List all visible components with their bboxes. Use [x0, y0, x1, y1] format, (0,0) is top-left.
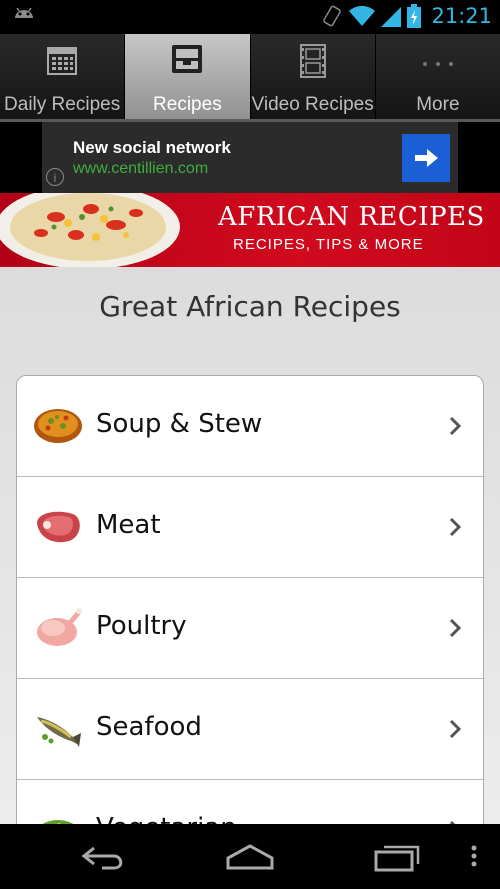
tab-label: Video Recipes	[251, 94, 374, 115]
home-button[interactable]	[226, 842, 274, 872]
ad-banner[interactable]: New social network www.centillien.com i	[0, 122, 500, 193]
category-seafood[interactable]: Seafood	[17, 679, 483, 780]
tab-label: Daily Recipes	[4, 94, 121, 115]
main-content: Great African Recipes Soup & Stew Meat P…	[0, 267, 500, 824]
chevron-right-icon	[449, 517, 461, 537]
category-label: Seafood	[96, 712, 202, 742]
tab-label: More	[416, 94, 460, 115]
soup-bowl-icon	[34, 409, 82, 443]
salad-icon	[42, 820, 74, 824]
ad-arrow-button[interactable]	[402, 134, 450, 182]
category-meat[interactable]: Meat	[17, 477, 483, 578]
rotation-icon	[323, 5, 342, 27]
chevron-right-icon	[449, 618, 461, 638]
wifi-icon	[349, 5, 376, 26]
arrow-right-icon	[415, 149, 438, 167]
android-notification-icon	[15, 7, 33, 18]
more-dots-icon	[422, 62, 453, 66]
battery-icon	[407, 4, 422, 28]
banner-title: AFRICAN RECIPES	[218, 202, 485, 232]
banner-subtitle: RECIPES, TIPS & MORE	[233, 236, 424, 253]
category-label: Soup & Stew	[96, 409, 263, 439]
chicken-icon	[37, 608, 82, 646]
recent-apps-button[interactable]	[374, 842, 422, 872]
category-soup-stew[interactable]: Soup & Stew	[17, 376, 483, 477]
page-title: Great African Recipes	[99, 290, 401, 323]
fish-icon	[37, 717, 81, 747]
signal-icon	[381, 7, 402, 27]
food-plate-image	[0, 193, 180, 267]
ad-title[interactable]: New social network	[73, 138, 231, 158]
category-poultry[interactable]: Poultry	[17, 578, 483, 679]
category-label: Poultry	[96, 611, 187, 641]
category-label: Meat	[96, 510, 161, 540]
navigation-bar	[0, 824, 500, 889]
african-recipes-banner: AFRICAN RECIPES RECIPES, TIPS & MORE	[0, 193, 500, 267]
film-strip-icon	[299, 44, 326, 78]
back-button[interactable]	[80, 842, 128, 872]
status-bar: 21:21	[0, 0, 500, 34]
ad-url[interactable]: www.centillien.com	[73, 160, 208, 178]
tab-daily-recipes[interactable]: Daily Recipes	[0, 34, 126, 122]
tab-label: Recipes	[153, 94, 222, 115]
category-list: Soup & Stew Meat Poultry Seafood	[16, 375, 484, 824]
menu-overflow-icon[interactable]	[470, 842, 478, 872]
calendar-icon	[47, 47, 78, 75]
category-label: Vegetarian	[96, 813, 237, 824]
ad-info-icon[interactable]: i	[46, 168, 64, 186]
tab-more[interactable]: More	[375, 34, 500, 122]
status-time: 21:21	[431, 4, 492, 28]
tab-video-recipes[interactable]: Video Recipes	[250, 34, 376, 122]
chevron-right-icon	[449, 719, 461, 739]
category-vegetarian[interactable]: Vegetarian	[17, 780, 483, 824]
tab-bar: Daily Recipes Recipes Video Recipes More	[0, 34, 500, 122]
tab-recipes[interactable]: Recipes	[125, 34, 251, 122]
inbox-tray-icon	[172, 45, 203, 73]
meat-icon	[37, 511, 80, 543]
chevron-right-icon	[449, 416, 461, 436]
